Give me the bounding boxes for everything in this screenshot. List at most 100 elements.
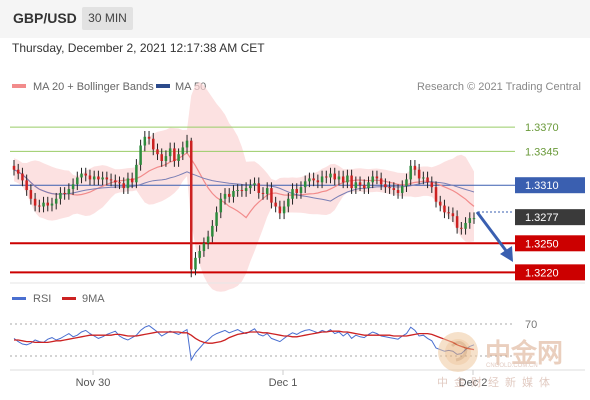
rsi-legend-label: RSI [33,293,51,305]
candle-body [12,165,16,170]
candle-body [358,182,362,186]
candle-body [405,179,408,187]
candle-body [350,175,353,189]
candle-body [392,188,396,191]
candle-body [122,183,125,189]
candle-body [325,176,328,178]
x-axis-ticks: Nov 30 Dec 1 Dec 2 [76,370,487,389]
candle-body [156,149,159,155]
x-tick-label: Dec 1 [269,377,298,389]
ma50-legend-swatch [156,84,170,88]
candle-body [59,192,62,199]
candle-body [33,198,37,206]
candle-body [287,198,290,207]
candle-body [181,147,185,155]
candle-body [316,180,320,183]
ma20-legend-label: MA 20 + Bollinger Bands [33,81,154,93]
forecast-arrow-head [500,246,513,262]
candle-body [63,192,66,194]
candle-body [291,189,294,199]
rsi-level-label: 70 [525,319,537,331]
candle-body [312,178,315,181]
candle-body [261,192,265,194]
svg-text:CNGOLD.COM.CN: CNGOLD.COM.CN [486,363,538,369]
candle-body [160,154,163,161]
candle-body [337,176,341,180]
candle-body [308,178,311,182]
candle-body [299,187,303,193]
candle-body [206,236,210,244]
ma9-legend-swatch [62,297,76,300]
level-labels: 1.3370 1.3345 1.3310 1.3277 1.3250 1.3220 [515,122,585,281]
level-label: 1.3310 [525,180,559,192]
candle-body [16,169,20,174]
candle-body [278,206,282,214]
candle-body [329,173,332,178]
candle-body [135,164,138,183]
candle-body [354,182,358,189]
ma20-legend-swatch [12,84,26,88]
level-label: 1.3345 [525,146,559,158]
candle-body [333,173,336,180]
candle-body [227,193,231,197]
candle-body [168,148,172,157]
candle-body [384,184,387,188]
candle-body [409,165,412,180]
candle-body [215,212,218,226]
level-label: 1.3250 [525,238,559,250]
candle-body [88,175,92,180]
rsi-legend-swatch [12,297,26,300]
candle-body [417,169,421,179]
ma9-legend-label: 9MA [82,293,105,305]
candle-body [139,145,142,165]
candle-body [185,140,189,148]
candle-body [152,138,155,150]
candle-body [363,185,366,189]
svg-text:中金财经新媒体: 中金财经新媒体 [437,375,556,389]
candle-body [232,191,235,197]
candle-body [164,156,168,161]
candle-body [101,177,104,180]
candle-body [401,186,404,193]
candle-body [341,176,345,183]
candle-body [114,180,117,183]
candle-body [177,154,180,161]
candle-body [249,185,252,189]
candle-body [130,178,134,183]
candle-body [371,176,374,183]
candle-body [422,177,425,179]
candle-body [71,184,75,190]
candle-body [396,190,400,193]
candle-body [173,148,176,161]
candle-body [236,190,239,192]
candle-body [426,177,429,183]
candle-body [54,198,58,204]
candle-body [80,173,83,178]
candle-body [460,227,463,229]
copyright-label: Research © 2021 Trading Central [417,81,581,93]
candle-body [105,177,109,180]
candle-body [451,213,455,217]
candle-body [202,243,206,252]
level-label: 1.3277 [525,212,559,224]
candle-body [109,179,113,181]
candle-body [126,178,130,189]
candle-body [472,218,476,220]
candle-body [257,183,261,193]
candle-body [240,190,244,192]
candle-body [434,187,438,202]
candle-body [25,180,28,191]
candle-body [388,187,391,189]
candle-body [67,189,71,194]
candle-body [76,177,79,185]
candle-body [265,188,269,194]
x-tick-label: Nov 30 [76,377,111,389]
candle-body [438,201,442,206]
candle-body [38,205,41,207]
level-label: 1.3370 [525,122,559,134]
candle-body [219,198,223,213]
candle-body [194,257,197,270]
candle-body [147,136,151,139]
candle-body [270,188,273,203]
candle-body [50,203,54,206]
